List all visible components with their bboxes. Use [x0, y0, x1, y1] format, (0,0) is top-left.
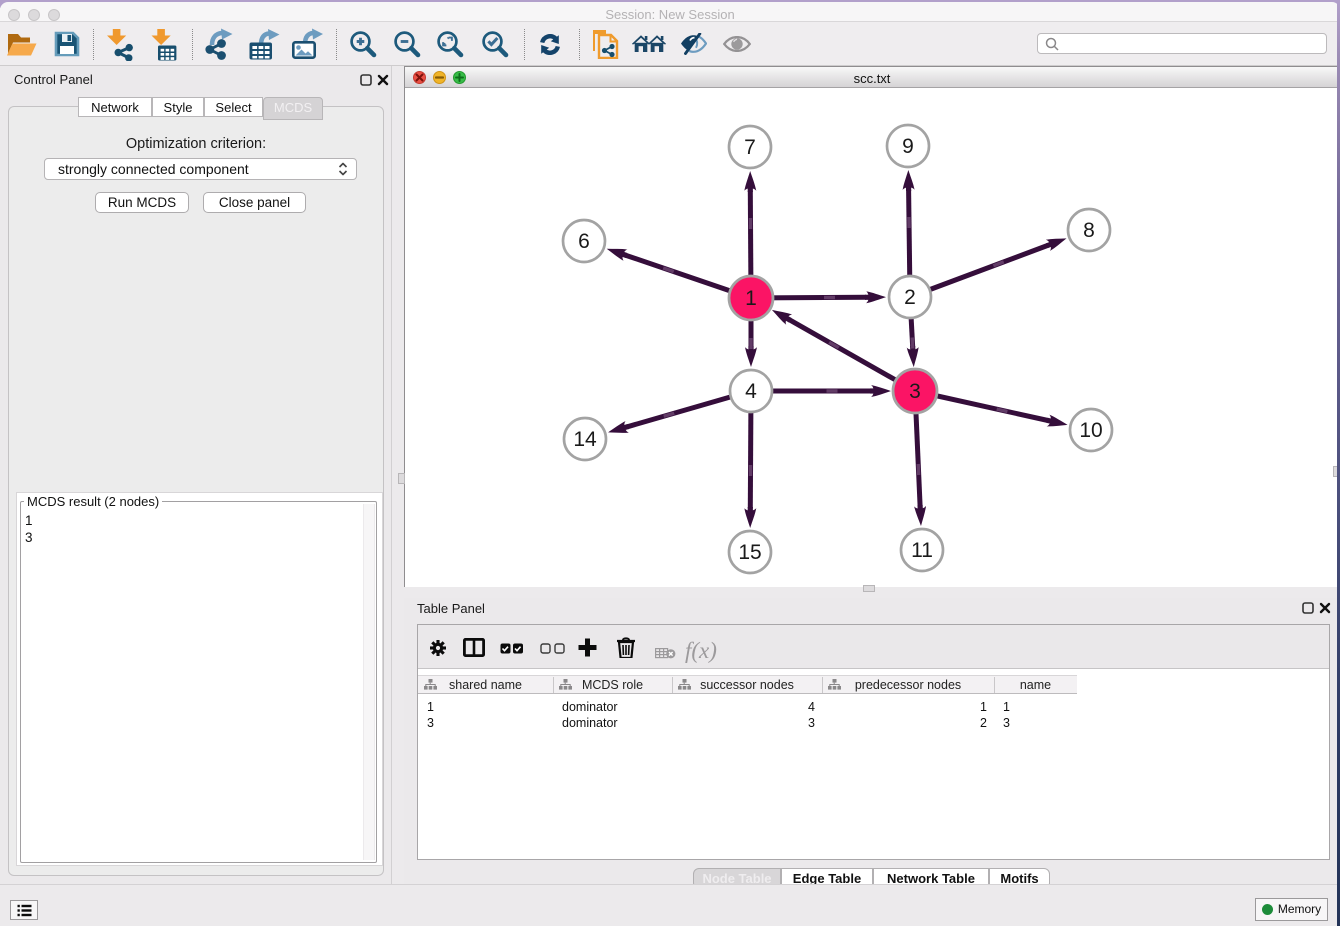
svg-text:2: 2	[904, 286, 916, 309]
svg-text:11: 11	[911, 539, 933, 562]
svg-text:14: 14	[573, 428, 597, 451]
svg-text:7: 7	[744, 136, 756, 159]
svg-text:6: 6	[578, 230, 590, 253]
svg-text:10: 10	[1079, 419, 1102, 442]
svg-text:4: 4	[745, 380, 757, 403]
svg-text:8: 8	[1083, 219, 1095, 242]
svg-text:9: 9	[902, 135, 914, 158]
svg-text:1: 1	[745, 287, 757, 310]
svg-text:15: 15	[738, 541, 761, 564]
svg-text:3: 3	[909, 380, 921, 403]
